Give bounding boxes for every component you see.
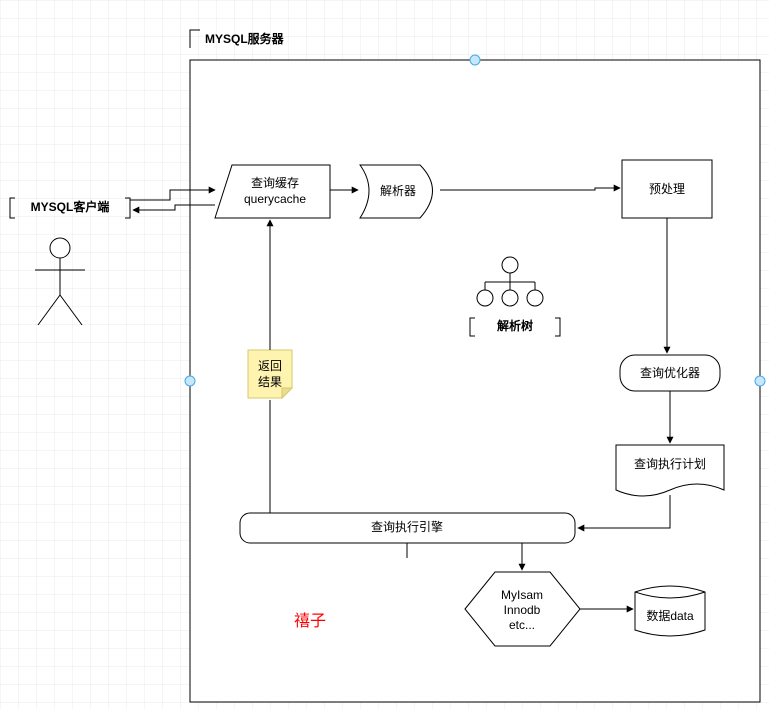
watermark-text: 禧子 [294, 612, 326, 630]
client-label-frame: MYSQL客户端 [10, 198, 130, 218]
parser-text: 解析器 [380, 184, 416, 198]
diagram-canvas[interactable]: MYSQL客户端 MYSQL服务器 查询缓存 querycache 解析器 预处… [0, 0, 769, 709]
exec-engine-node[interactable]: 查询执行引擎 [240, 513, 575, 543]
engine-text1: MyIsam [501, 588, 543, 602]
engine-text3: etc... [509, 618, 535, 632]
engine-text2: Innodb [504, 603, 541, 617]
resize-handle-right[interactable] [755, 376, 765, 386]
data-text: 数据data [646, 608, 694, 623]
query-cache-node[interactable]: 查询缓存 querycache [215, 165, 330, 218]
exec-engine-text: 查询执行引擎 [371, 519, 443, 534]
query-cache-text2: querycache [244, 192, 306, 206]
query-cache-text1: 查询缓存 [251, 176, 299, 190]
preprocess-node[interactable]: 预处理 [622, 160, 712, 218]
return-note[interactable]: 返回 结果 [248, 350, 292, 398]
resize-handle-left[interactable] [185, 376, 195, 386]
return-note-text2: 结果 [258, 375, 282, 389]
client-label: MYSQL客户端 [31, 199, 110, 214]
optimizer-text: 查询优化器 [640, 366, 700, 380]
actor-icon [35, 238, 85, 325]
parse-tree-label: 解析树 [497, 318, 533, 333]
return-note-text1: 返回 [258, 359, 282, 373]
preprocess-text: 预处理 [649, 182, 685, 196]
resize-handle-top[interactable] [470, 55, 480, 65]
server-frame-title: MYSQL服务器 [205, 31, 285, 46]
optimizer-node[interactable]: 查询优化器 [620, 355, 720, 391]
exec-plan-text: 查询执行计划 [634, 457, 706, 471]
data-node[interactable]: 数据data [635, 586, 705, 636]
parser-node[interactable]: 解析器 [360, 165, 433, 218]
